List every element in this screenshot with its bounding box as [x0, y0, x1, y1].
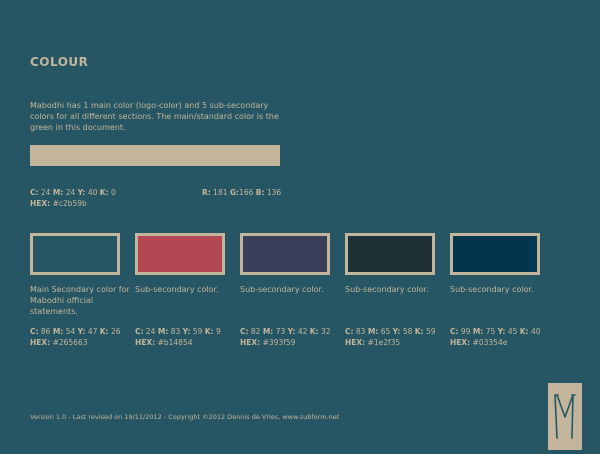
hex-value: #1e2f35	[367, 338, 401, 347]
y-label: Y:	[497, 327, 506, 336]
g-value: 166	[239, 188, 254, 197]
hex-value: #265663	[52, 338, 88, 347]
main-color-rgb: R: 181 G:166 B: 136	[202, 188, 281, 198]
m-label: M:	[367, 327, 379, 336]
m-value: 24	[65, 188, 76, 197]
hex-value: #b14854	[157, 338, 193, 347]
m-label: M:	[472, 327, 484, 336]
m-value: 54	[65, 327, 76, 336]
y-value: 42	[297, 327, 308, 336]
c-value: 82	[250, 327, 261, 336]
main-color-bar	[30, 145, 280, 166]
r-value: 181	[213, 188, 228, 197]
m-value: 83	[170, 327, 181, 336]
k-label: K:	[519, 327, 529, 336]
swatch-cmyk: C: 83 M: 65 Y: 58 K: 59	[345, 327, 436, 337]
hex-value: #03354e	[472, 338, 508, 347]
m-value: 65	[380, 327, 391, 336]
k-label: K:	[414, 327, 424, 336]
color-swatch	[240, 233, 330, 275]
m-logo-icon	[548, 383, 582, 450]
m-value: 73	[275, 327, 286, 336]
color-swatch	[450, 233, 540, 275]
hex-value: #393f59	[262, 338, 296, 347]
main-color-hex: HEX: #c2b59b	[30, 199, 87, 209]
c-value: 24	[40, 188, 51, 197]
c-label: C:	[30, 327, 39, 336]
y-value: 59	[192, 327, 203, 336]
y-value: 45	[507, 327, 518, 336]
m-label: M:	[52, 327, 64, 336]
swatch-label: Main Secondary color for Mabodhi officia…	[30, 285, 130, 316]
c-value: 86	[40, 327, 51, 336]
hex-label: HEX:	[30, 199, 51, 208]
hex-value: #c2b59b	[52, 199, 87, 208]
color-swatch	[345, 233, 435, 275]
color-swatch	[30, 233, 120, 275]
k-label: K:	[204, 327, 214, 336]
m-label: M:	[157, 327, 169, 336]
y-value: 40	[87, 188, 98, 197]
y-label: Y:	[287, 327, 296, 336]
k-value: 40	[530, 327, 541, 336]
m-value: 75	[485, 327, 496, 336]
hex-label: HEX:	[30, 338, 51, 347]
g-label: G:	[229, 188, 240, 197]
y-label: Y:	[77, 327, 86, 336]
b-label: B:	[255, 188, 265, 197]
k-value: 59	[425, 327, 436, 336]
swatch-hex: HEX: #1e2f35	[345, 338, 400, 348]
hex-label: HEX:	[240, 338, 261, 347]
k-value: 26	[110, 327, 121, 336]
swatch-hex: HEX: #b14854	[135, 338, 192, 348]
swatch-label: Sub-secondary color.	[345, 285, 429, 294]
swatch-label: Sub-secondary color.	[240, 285, 324, 294]
k-label: K:	[309, 327, 319, 336]
c-label: C:	[135, 327, 144, 336]
c-label: C:	[30, 188, 39, 197]
y-value: 58	[402, 327, 413, 336]
description-text: Mabodhi has 1 main color (logo-color) an…	[30, 101, 279, 132]
hex-label: HEX:	[345, 338, 366, 347]
c-label: C:	[345, 327, 354, 336]
swatch-hex: HEX: #393f59	[240, 338, 295, 348]
footer-text: Version 1.0 - Last revised on 19/11/2012…	[30, 413, 340, 421]
c-label: C:	[240, 327, 249, 336]
y-value: 47	[87, 327, 98, 336]
swatch-cmyk: C: 86 M: 54 Y: 47 K: 26	[30, 327, 121, 337]
k-value: 9	[215, 327, 221, 336]
y-label: Y:	[392, 327, 401, 336]
c-value: 24	[145, 327, 156, 336]
hex-label: HEX:	[450, 338, 471, 347]
k-value: 0	[110, 188, 116, 197]
main-color-cmyk: C: 24 M: 24 Y: 40 K: 0	[30, 188, 116, 198]
b-value: 136	[266, 188, 282, 197]
y-label: Y:	[77, 188, 86, 197]
y-label: Y:	[182, 327, 191, 336]
swatch-hex: HEX: #265663	[30, 338, 88, 348]
r-label: R:	[202, 188, 211, 197]
swatch-label: Sub-secondary color.	[450, 285, 534, 294]
m-logo-glyph	[554, 394, 576, 439]
hex-label: HEX:	[135, 338, 156, 347]
swatch-cmyk: C: 82 M: 73 Y: 42 K: 32	[240, 327, 331, 337]
m-label: M:	[262, 327, 274, 336]
swatch-cmyk: C: 24 M: 83 Y: 59 K: 9	[135, 327, 221, 337]
m-label: M:	[52, 188, 64, 197]
k-label: K:	[99, 188, 109, 197]
swatch-cmyk: C: 99 M: 75 Y: 45 K: 40	[450, 327, 541, 337]
swatch-hex: HEX: #03354e	[450, 338, 507, 348]
c-label: C:	[450, 327, 459, 336]
c-value: 99	[460, 327, 471, 336]
page-title: COLOUR	[30, 55, 89, 69]
k-label: K:	[99, 327, 109, 336]
color-swatch	[135, 233, 225, 275]
k-value: 32	[320, 327, 331, 336]
swatch-label: Sub-secondary color.	[135, 285, 219, 294]
c-value: 83	[355, 327, 366, 336]
